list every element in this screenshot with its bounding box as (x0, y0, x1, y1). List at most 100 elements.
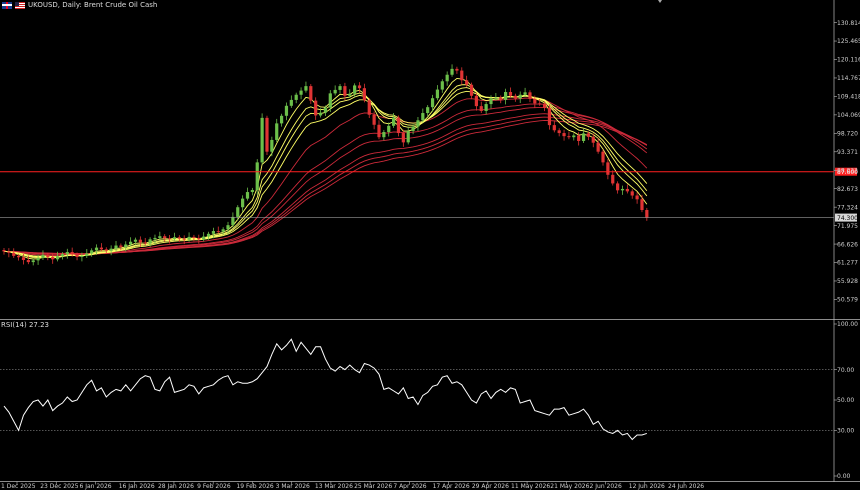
candle-body (611, 174, 615, 184)
candle-body (508, 91, 513, 96)
rsi-tick-label: 30.00 (837, 428, 854, 435)
candle-body (348, 93, 352, 96)
candle-body (513, 95, 517, 99)
us-flag-icon (15, 1, 25, 9)
time-tick-label: 7 Apr 2026 (393, 483, 426, 490)
time-tick-label: 17 Apr 2026 (433, 483, 470, 490)
candle-body (640, 199, 644, 210)
chevron-down-icon[interactable] (658, 0, 662, 3)
candle-body (17, 255, 21, 258)
candle-body (2, 250, 6, 252)
price-tick-label: 77.324 (837, 204, 858, 211)
rsi-tick-label: 100.00 (837, 321, 858, 328)
time-tick-label: 21 May 2026 (550, 483, 589, 490)
candle-body (216, 231, 220, 232)
candle-body (494, 97, 498, 99)
candle-body (440, 81, 444, 90)
candle-body (387, 125, 391, 133)
candle-body (596, 142, 600, 152)
rsi-line (3, 338, 647, 441)
candle-body (226, 225, 230, 230)
candle-body (304, 86, 308, 91)
candle-body (255, 162, 259, 190)
candle-body (60, 254, 65, 257)
candle-body (504, 91, 508, 100)
candle-body (109, 248, 113, 251)
price-tick-label: 50.579 (837, 297, 858, 304)
price-tick-label: 98.720 (837, 131, 858, 138)
candle-body (533, 98, 537, 104)
candle-body (450, 68, 454, 75)
symbol-title: UKOUSD, Daily: Brent Crude Oil Cash (28, 1, 158, 9)
candle-body (460, 70, 464, 81)
candle-body (279, 115, 284, 124)
price-tick-label: 109.418 (837, 94, 860, 101)
candle-body (606, 162, 610, 175)
candle-body (221, 229, 225, 232)
candle-body (236, 207, 240, 217)
time-tick-label: 6 Jan 2026 (79, 483, 111, 490)
candle-body (41, 254, 45, 258)
candle-body (129, 241, 133, 245)
candle-body (85, 253, 89, 256)
candle-body (635, 195, 639, 200)
price-tick-label: 61.277 (837, 260, 858, 267)
candle-body (284, 105, 289, 116)
rsi-tick-label: 70.00 (837, 367, 854, 374)
candle-body (133, 239, 138, 242)
candle-body (197, 237, 201, 240)
candle-body (12, 252, 16, 256)
candle-body (455, 68, 459, 71)
candle-body (416, 120, 420, 127)
candle-body (309, 86, 313, 101)
candle-body (465, 80, 469, 85)
candle-body (430, 98, 435, 108)
time-tick-label: 1 Dec 2025 (1, 483, 36, 490)
candle-body (581, 133, 586, 141)
candle-body (377, 124, 381, 138)
candle-body (523, 92, 527, 95)
rsi-label: RSI(14) 27.23 (1, 321, 50, 329)
candle-body (630, 191, 634, 196)
price-tick-label: 120.116 (837, 57, 860, 64)
candle-body (343, 86, 347, 96)
candle-body (294, 94, 298, 100)
candle-body (260, 117, 264, 163)
candle-body (26, 260, 30, 263)
candle-body (192, 236, 196, 238)
time-tick-label: 16 Jan 2026 (119, 483, 155, 490)
candle-body (362, 88, 366, 101)
candle-body (241, 198, 245, 208)
candle-body (90, 250, 94, 254)
candle-body (411, 126, 415, 131)
candle-body (518, 94, 522, 99)
candle-body (401, 133, 405, 143)
time-tick-label: 3 Mar 2026 (276, 483, 310, 490)
candle-body (187, 236, 191, 240)
price-tick-label: 82.673 (837, 186, 858, 193)
time-tick-label: 23 Dec 2025 (40, 483, 79, 490)
price-tick-label: 114.767 (837, 75, 860, 82)
time-tick-label: 28 Jan 2026 (158, 483, 194, 490)
candle-body (499, 97, 503, 100)
candle-body (396, 117, 401, 134)
candle-body (357, 85, 362, 89)
time-tick-label: 11 May 2026 (511, 483, 550, 490)
candle-body (80, 255, 84, 257)
candle-body (572, 135, 576, 138)
time-tick-label: 25 Mar 2026 (354, 483, 392, 490)
candle-body (7, 251, 11, 253)
candle-body (392, 117, 396, 126)
candle-body (489, 98, 493, 105)
candle-body (338, 86, 342, 90)
candle-body (299, 90, 303, 95)
price-tick-label: 125.465 (837, 38, 860, 45)
candle-body (46, 254, 50, 257)
candle-body (567, 136, 571, 138)
slow-ma-line-40 (3, 106, 648, 255)
chart-canvas[interactable]: 87.60074.300130.814125.465120.116114.767… (0, 0, 860, 490)
time-tick-label: 2 Jun 2026 (590, 483, 622, 490)
candle-body (153, 237, 157, 240)
candle-body (182, 238, 186, 240)
candle-body (99, 247, 103, 250)
